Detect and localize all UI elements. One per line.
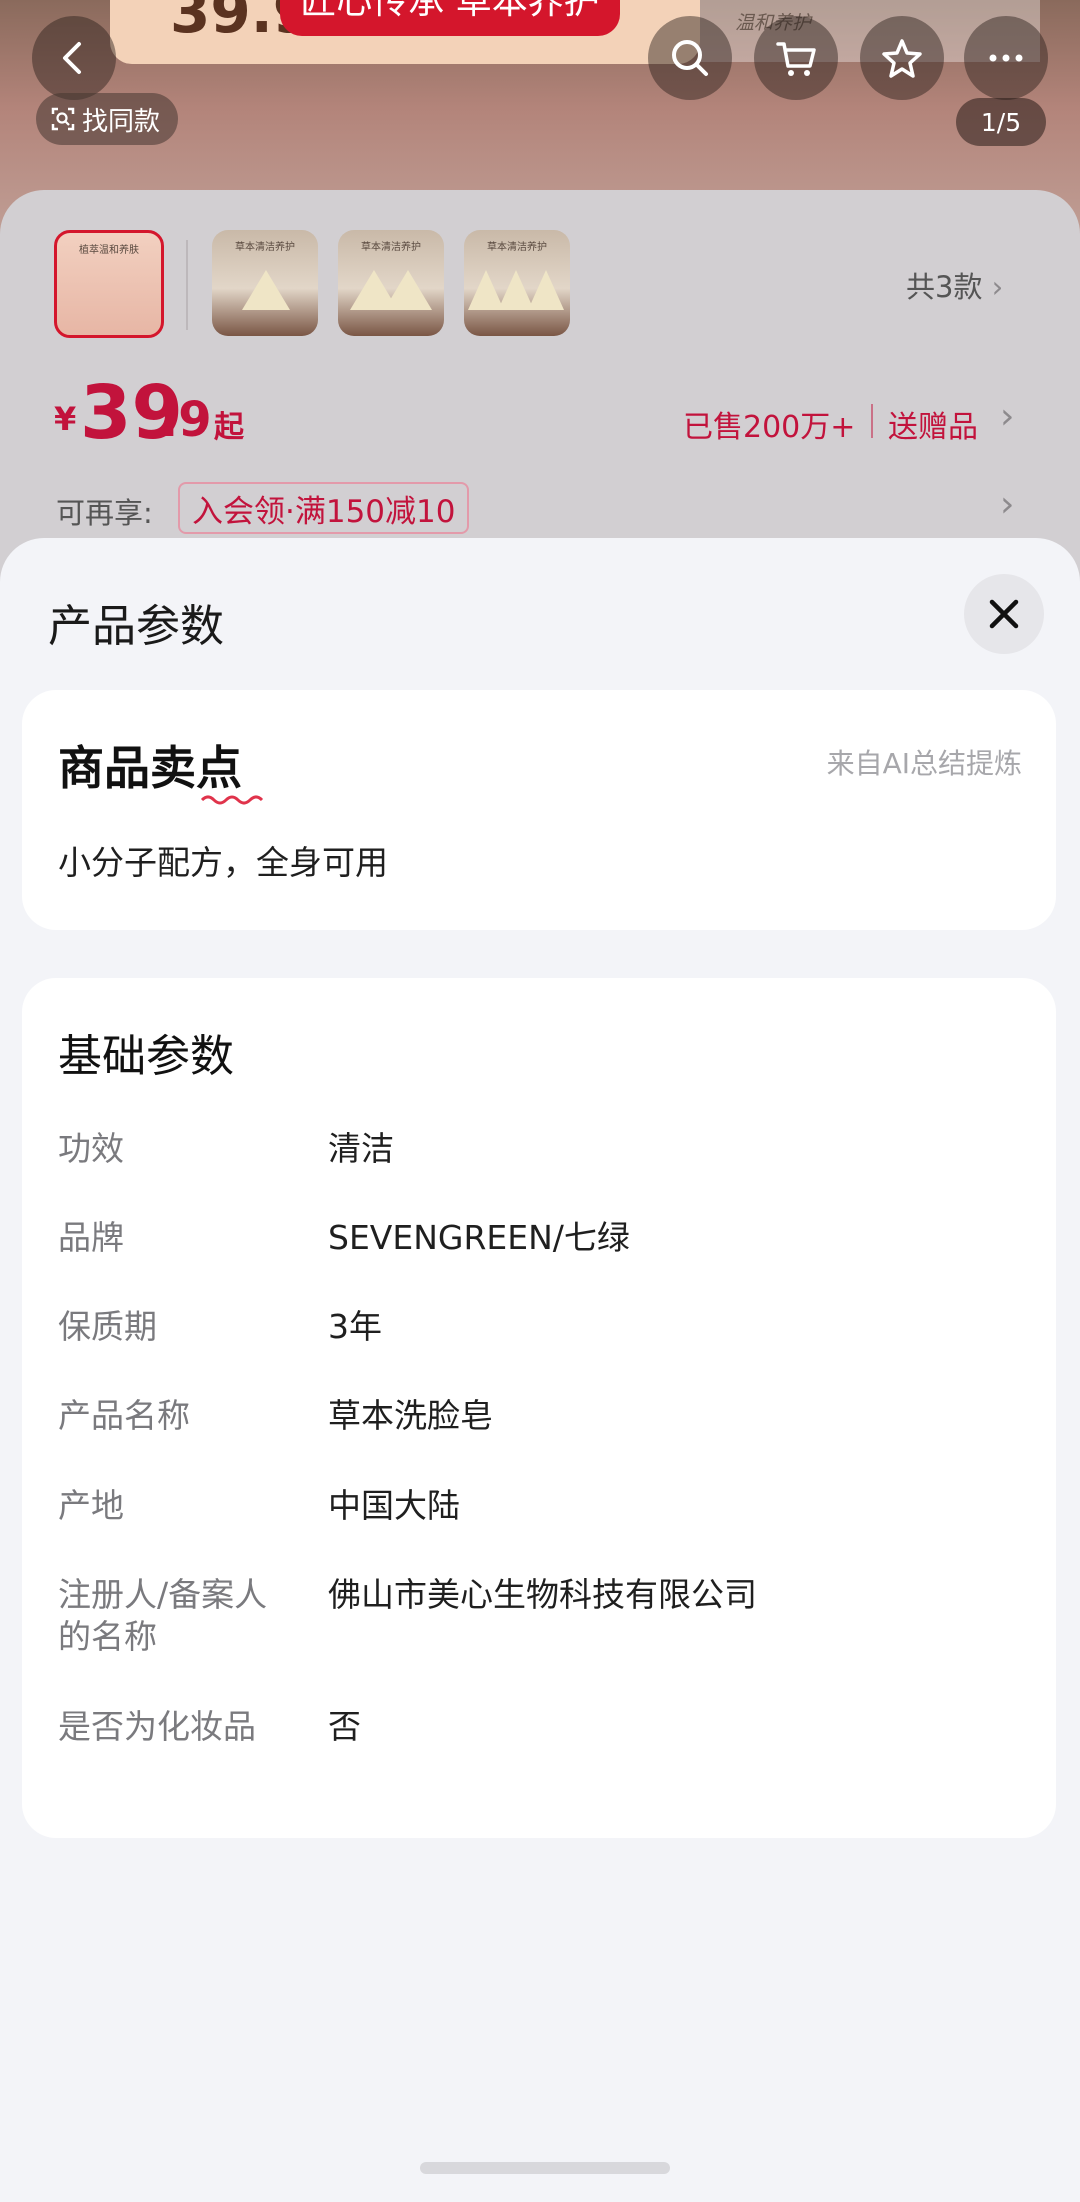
more-icon [989,54,1023,62]
thumb-divider [186,240,188,330]
price-decimal: .9 [160,392,212,448]
selling-points-card: 商品卖点 来自AI总结提炼 小分子配方，全身可用 [22,690,1056,930]
search-button[interactable] [648,16,732,100]
chevron-right-icon: › [991,270,1004,304]
gift-link[interactable]: 送赠品 [888,402,978,446]
param-key: 产品名称 [58,1396,190,1435]
variant-thumb-1[interactable]: 植萃温和养肤 [54,230,164,338]
basic-params-card: 基础参数 功效 清洁 品牌 SEVENGREEN/七绿 保质期 3年 产品名称 … [22,978,1056,1838]
param-value: 3年 [328,1307,382,1346]
find-same-button[interactable]: 找同款 [36,93,179,145]
back-button[interactable] [32,16,116,100]
chevron-right-icon: › [1000,396,1015,437]
sold-count: 已售200万+ [683,410,856,445]
ai-source-note: 来自AI总结提炼 [826,747,1022,780]
sold-gift-divider [871,404,873,438]
param-value: 否 [328,1707,361,1746]
price-currency: ¥ [54,400,77,438]
selling-points-text: 小分子配方，全身可用 [58,843,388,882]
more-button[interactable] [964,16,1048,100]
cart-button[interactable] [754,16,838,100]
variant-thumb-2[interactable]: 草本清洁养护 [212,230,318,336]
variant-thumb-label: 草本清洁养护 [487,242,547,253]
param-key: 注册人/备案人的名称 [58,1575,268,1656]
basic-params-title: 基础参数 [58,1031,234,1082]
close-icon [989,599,1019,629]
home-indicator[interactable] [420,2162,670,2174]
variant-thumb-label: 草本清洁养护 [235,242,295,253]
search-icon [672,40,708,76]
variant-count-link[interactable]: 共3款 › [906,264,1003,306]
param-key: 保质期 [58,1307,157,1346]
param-key: 品牌 [58,1218,124,1257]
promo-tag[interactable]: 入会领·满150减10 [178,482,470,534]
favorite-button[interactable] [860,16,944,100]
selling-points-title: 商品卖点 [58,741,242,795]
close-button[interactable] [964,574,1044,654]
param-value: 清洁 [328,1129,394,1168]
param-key: 功效 [58,1129,124,1168]
image-page-indicator: 1/5 [956,98,1046,146]
soap-shape [528,270,564,310]
variant-thumb-label: 草本清洁养护 [361,242,421,253]
variant-count-label: 共3款 [906,270,983,304]
param-key: 产地 [58,1486,124,1525]
variant-thumb-4[interactable]: 草本清洁养护 [464,230,570,336]
param-value: 中国大陆 [328,1486,460,1525]
image-search-icon [51,107,75,131]
sheet-title: 产品参数 [48,601,224,652]
promo-label: 可再享: [56,496,153,530]
param-key: 是否为化妆品 [58,1707,256,1746]
param-value: SEVENGREEN/七绿 [328,1218,630,1257]
param-value: 草本洗脸皂 [328,1396,493,1435]
star-icon [882,39,922,78]
chevron-right-icon[interactable]: › [1000,484,1014,525]
cart-icon [776,42,816,76]
param-value: 佛山市美心生物科技有限公司 [328,1575,757,1614]
banner-slogan: 匠心传承 草本养护 [280,0,620,36]
soap-shape [384,270,432,310]
soap-shape [242,270,290,310]
variant-thumb-3[interactable]: 草本清洁养护 [338,230,444,336]
find-same-label: 找同款 [82,106,161,137]
squiggle-decoration [200,795,264,805]
product-params-sheet: 产品参数 商品卖点 来自AI总结提炼 小分子配方，全身可用 基础参数 功效 清洁… [0,538,1080,2202]
chevron-left-icon [63,42,81,74]
variant-thumb-label: 植萃温和养肤 [79,245,139,256]
price-suffix: 起 [214,410,244,445]
